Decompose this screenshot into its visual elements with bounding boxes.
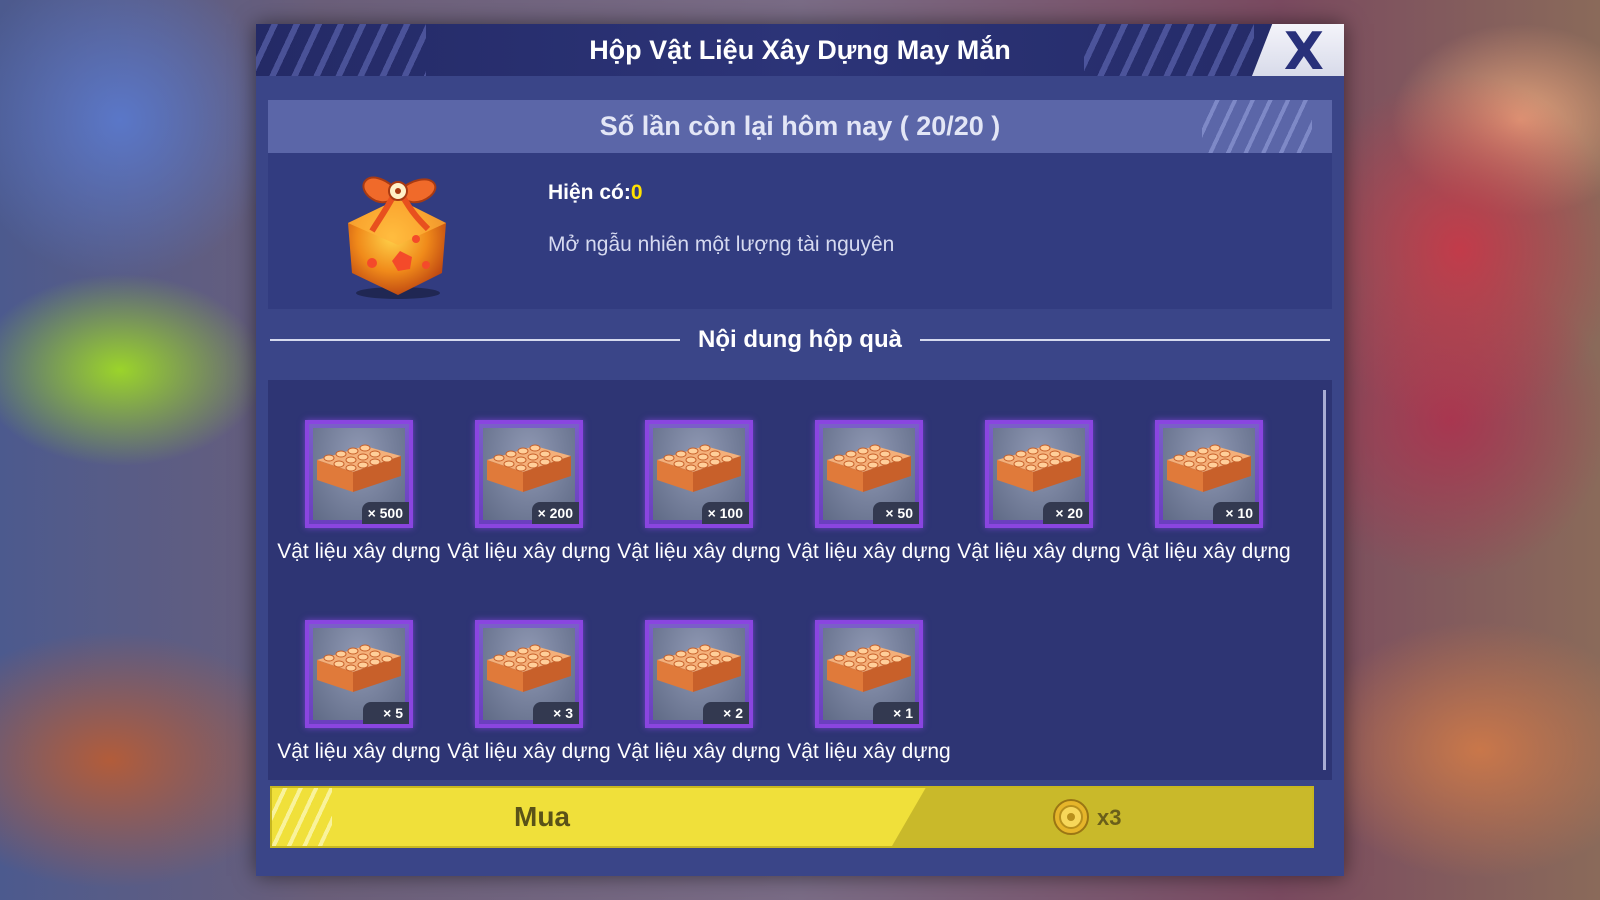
reward-slot: × 10 <box>1155 420 1263 528</box>
reward-quantity: × 5 <box>363 702 409 724</box>
reward-slot: × 5 <box>305 620 413 728</box>
reward-item[interactable]: × 10 Vật liệu xây dựng <box>1122 380 1296 563</box>
reward-item[interactable]: × 50 Vật liệu xây dựng <box>782 380 956 563</box>
reward-quantity: × 3 <box>533 702 579 724</box>
contents-scrollbar[interactable] <box>1323 390 1326 770</box>
lego-brick-icon <box>1167 444 1251 492</box>
lego-brick-icon <box>657 644 741 692</box>
gold-coin-icon <box>1053 799 1089 835</box>
reward-item[interactable]: × 5 Vật liệu xây dựng <box>272 580 446 763</box>
lego-brick-icon <box>317 444 401 492</box>
reward-label: Vật liệu xây dựng <box>277 740 441 763</box>
reward-label: Vật liệu xây dựng <box>447 540 611 563</box>
price-value: x3 <box>1097 805 1122 830</box>
reward-item[interactable]: × 500 Vật liệu xây dựng <box>272 380 446 563</box>
owned-value: 0 <box>630 181 643 204</box>
reward-label: Vật liệu xây dựng <box>617 540 781 563</box>
reward-label: Vật liệu xây dựng <box>447 740 611 763</box>
reward-label: Vật liệu xây dựng <box>277 540 441 563</box>
reward-item[interactable]: × 3 Vật liệu xây dựng <box>442 580 616 763</box>
reward-label: Vật liệu xây dựng <box>1127 540 1291 563</box>
buy-label: Mua <box>514 801 570 832</box>
buy-button[interactable]: Mua x3 <box>270 786 1314 848</box>
reward-label: Vật liệu xây dựng <box>787 740 951 763</box>
owned-count: Hiện có:0 <box>548 181 643 205</box>
reward-slot: × 500 <box>305 420 413 528</box>
reward-item[interactable]: × 1 Vật liệu xây dựng <box>782 580 956 763</box>
lego-brick-icon <box>657 444 741 492</box>
reward-slot: × 3 <box>475 620 583 728</box>
close-icon: X <box>1283 24 1324 76</box>
daily-remaining-count: Số lần còn lại hôm nay ( 20/20 ) <box>599 111 1001 141</box>
lego-brick-icon <box>487 444 571 492</box>
reward-slot: × 2 <box>645 620 753 728</box>
reward-slot: × 100 <box>645 420 753 528</box>
reward-item[interactable]: × 20 Vật liệu xây dựng <box>952 380 1126 563</box>
lucky-building-material-box-dialog: Hộp Vật Liệu Xây Dựng May Mắn X Số lần c… <box>256 24 1344 876</box>
lego-brick-icon <box>827 644 911 692</box>
reward-item[interactable]: × 2 Vật liệu xây dựng <box>612 580 786 763</box>
lego-brick-icon <box>487 644 571 692</box>
reward-slot: × 50 <box>815 420 923 528</box>
reward-quantity: × 20 <box>1043 502 1089 524</box>
reward-slot: × 1 <box>815 620 923 728</box>
reward-quantity: × 500 <box>361 502 409 524</box>
divider-right <box>920 339 1330 341</box>
box-contents-grid[interactable]: × 500 Vật liệu xây dựng × 200 Vật liệu xây … <box>268 380 1332 780</box>
daily-count-band: Số lần còn lại hôm nay ( 20/20 ) <box>268 100 1332 153</box>
reward-label: Vật liệu xây dựng <box>957 540 1121 563</box>
reward-quantity: × 10 <box>1213 502 1259 524</box>
reward-quantity: × 1 <box>873 702 919 724</box>
reward-item[interactable]: × 100 Vật liệu xây dựng <box>612 380 786 563</box>
price-area: x3 <box>892 788 1312 846</box>
dialog-title-bar: Hộp Vật Liệu Xây Dựng May Mắn X <box>256 24 1344 76</box>
dialog-title: Hộp Vật Liệu Xây Dựng May Mắn <box>589 35 1011 65</box>
reward-quantity: × 50 <box>873 502 919 524</box>
reward-quantity: × 200 <box>531 502 579 524</box>
box-info-panel: Hiện có:0 Mở ngẫu nhiên một lượng tài ng… <box>268 153 1332 309</box>
lego-brick-icon <box>317 644 401 692</box>
reward-quantity: × 2 <box>703 702 749 724</box>
reward-label: Vật liệu xây dựng <box>787 540 951 563</box>
owned-label: Hiện có: <box>548 181 631 204</box>
lego-brick-icon <box>997 444 1081 492</box>
reward-label: Vật liệu xây dựng <box>617 740 781 763</box>
box-contents-header: Nội dung hộp quà <box>270 324 1330 356</box>
box-description: Mở ngẫu nhiên một lượng tài nguyên <box>548 233 895 256</box>
reward-slot: × 20 <box>985 420 1093 528</box>
gift-box-icon <box>348 176 446 299</box>
reward-item[interactable]: × 200 Vật liệu xây dựng <box>442 380 616 563</box>
reward-slot: × 200 <box>475 420 583 528</box>
reward-quantity: × 100 <box>701 502 749 524</box>
lego-brick-icon <box>827 444 911 492</box>
